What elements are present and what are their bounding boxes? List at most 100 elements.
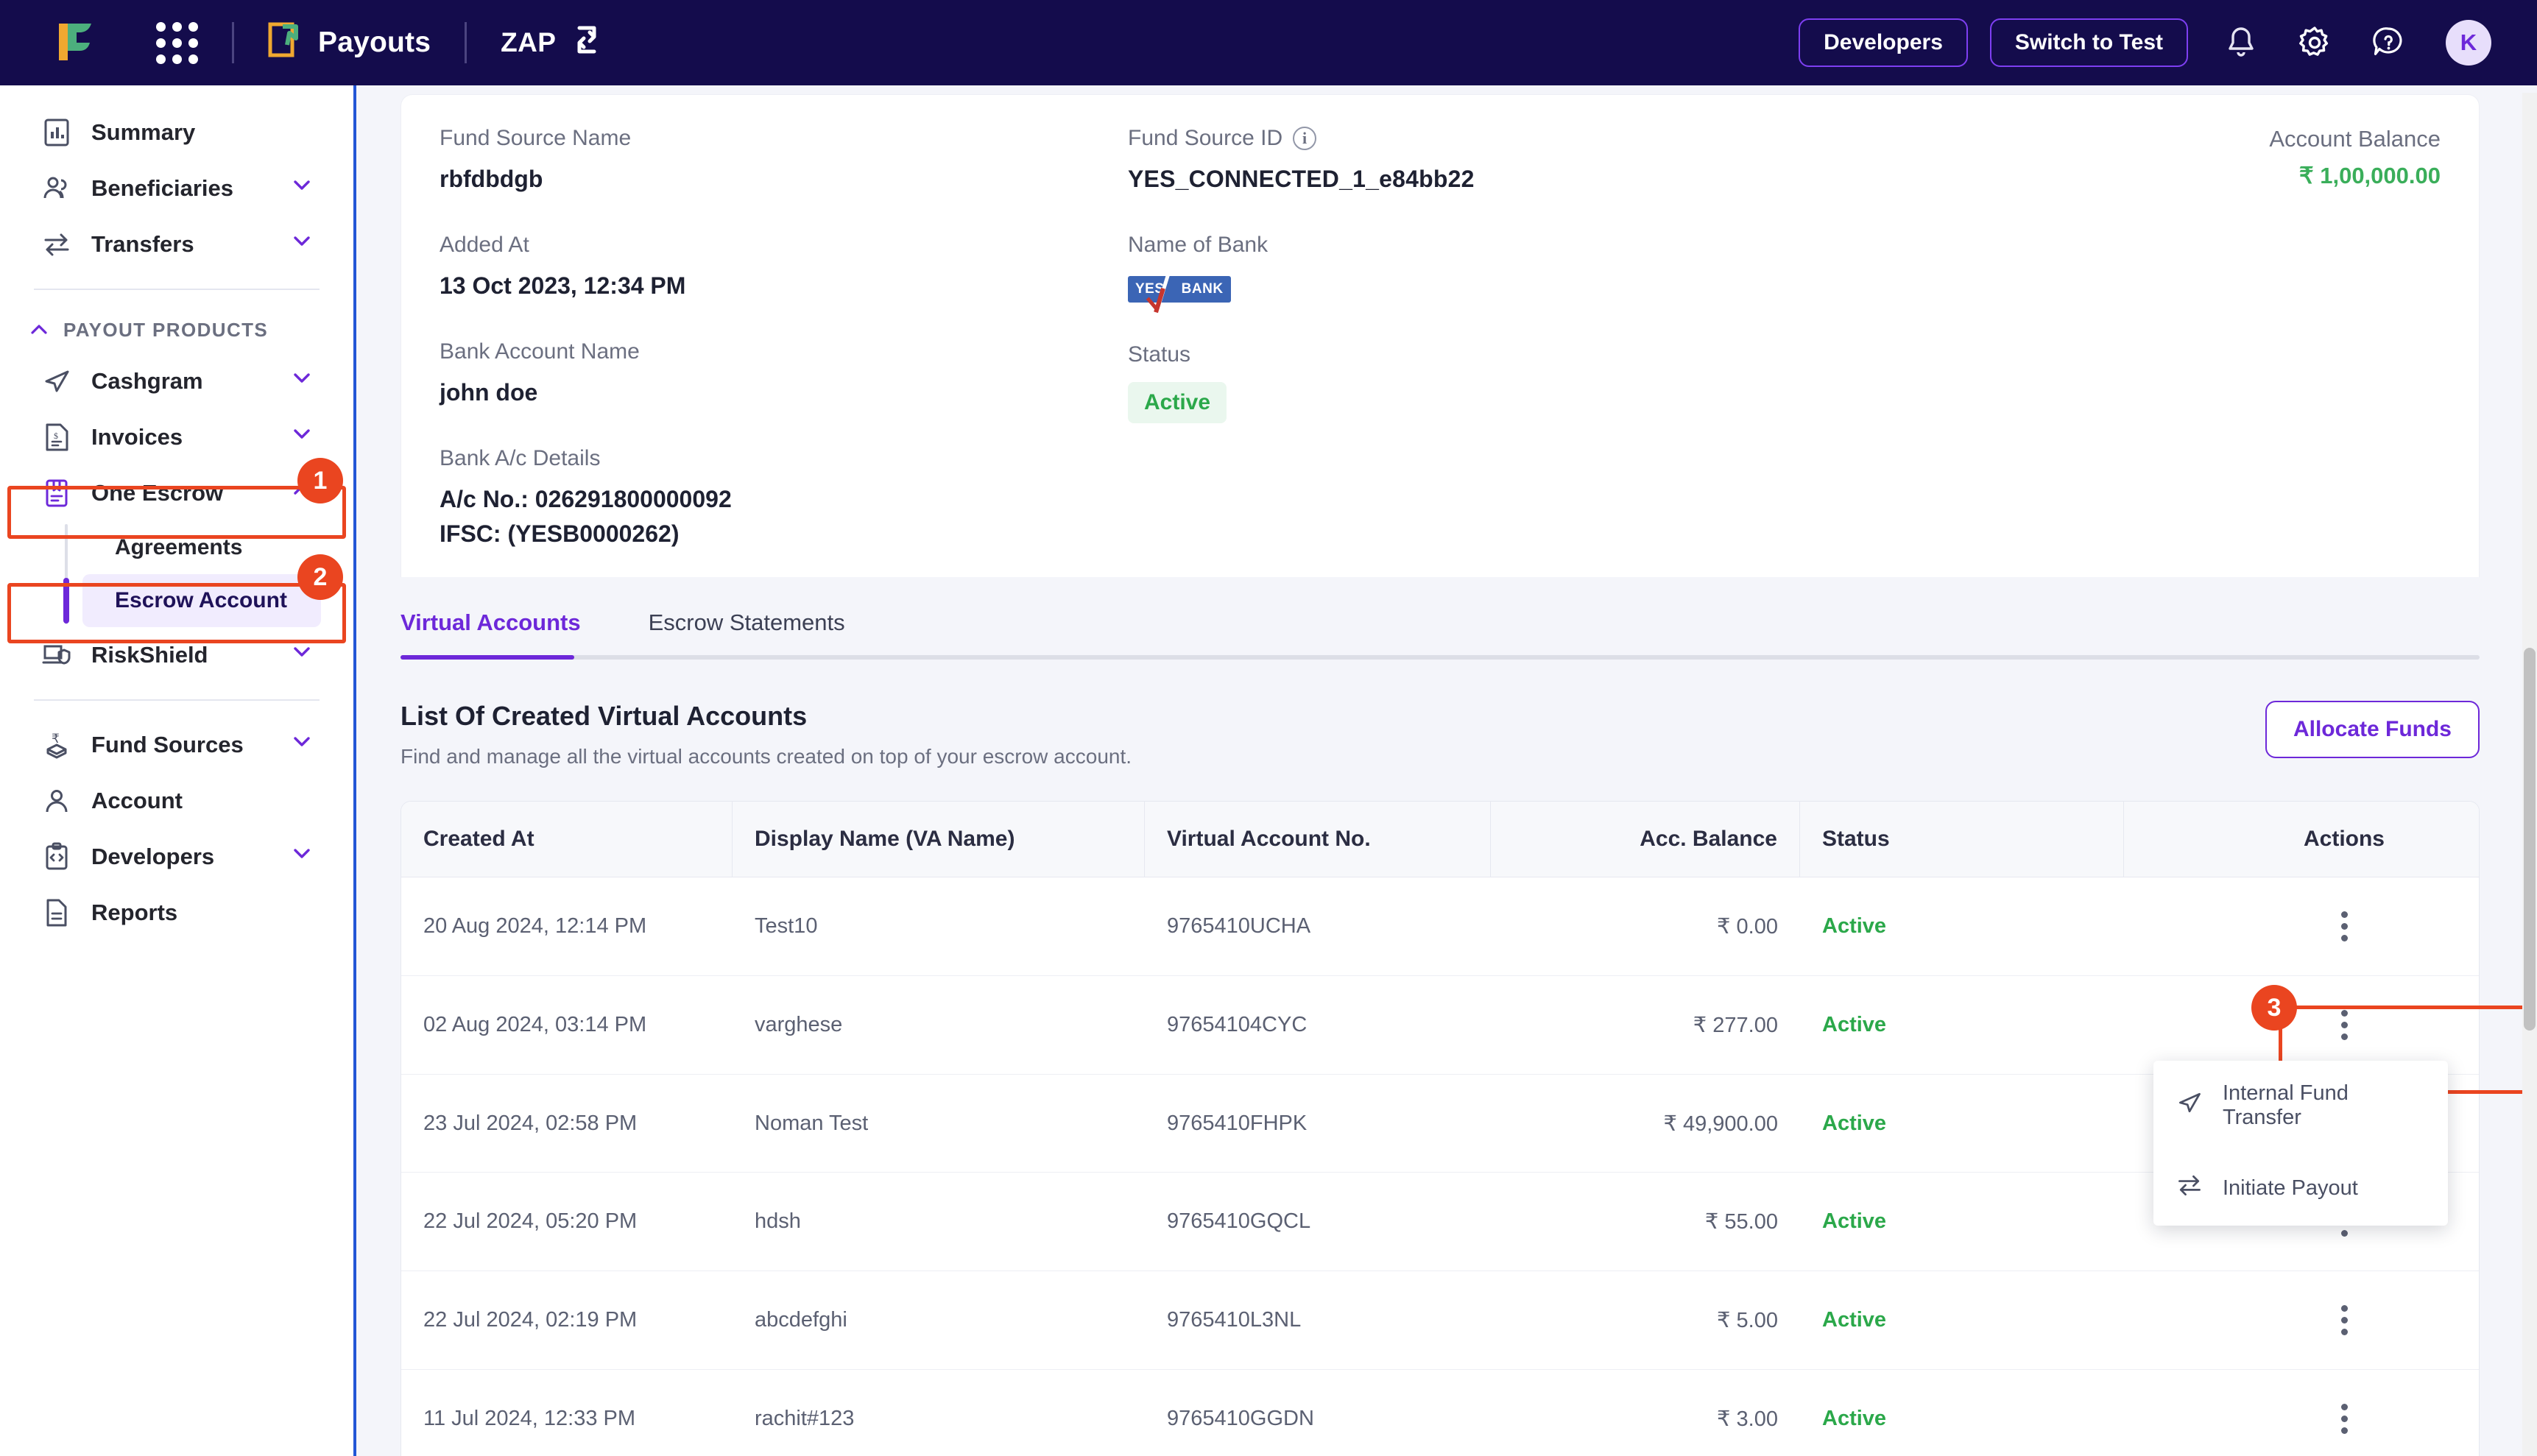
sidebar-item-label: Invoices [91,424,183,450]
allocate-funds-button[interactable]: Allocate Funds [2265,701,2480,758]
sidebar-item-summary[interactable]: Summary [25,105,328,160]
cell-status: Active [1800,1173,2124,1271]
sidebar-item-escrow-account[interactable]: Escrow Account [82,574,321,627]
column-header-created-at: Created At [401,802,733,877]
active-indicator [63,578,69,623]
field-bank-ac-details: Bank A/c Details A/c No.: 02629180000009… [440,446,1128,548]
row-actions-kebab-icon[interactable] [2341,1010,2348,1040]
transfer-arrows-icon [2176,1171,2203,1205]
sidebar-item-transfers[interactable]: Transfers [25,216,328,272]
cell-status: Active [1800,1075,2124,1172]
column-header-acc-balance: Acc. Balance [1491,802,1800,877]
cell-acc-balance: ₹ 5.00 [1491,1271,1800,1369]
tab-virtual-accounts[interactable]: Virtual Accounts [401,609,581,655]
apps-grid-icon[interactable] [156,22,198,64]
cell-display-name: hdsh [733,1173,1145,1271]
payouts-icon [268,21,302,64]
cell-virtual-account-no: 97654104CYC [1145,976,1491,1074]
row-actions-kebab-icon[interactable] [2341,1305,2348,1335]
report-icon [40,896,74,930]
sidebar-group-payout-products[interactable]: PAYOUT PRODUCTS [25,306,328,353]
cell-display-name: abcdefghi [733,1271,1145,1369]
cell-actions [2124,877,2480,975]
divider [232,22,234,63]
column-header-virtual-account-no: Virtual Account No. [1145,802,1491,877]
field-value: YES_CONNECTED_1_e84bb22 [1128,166,2028,193]
sidebar-item-label: RiskShield [91,642,208,668]
menu-item-initiate-payout[interactable]: Initiate Payout [2153,1151,2448,1226]
sidebar-item-label: Agreements [115,535,242,560]
cell-acc-balance: ₹ 49,900.00 [1491,1075,1800,1172]
cell-created-at: 02 Aug 2024, 03:14 PM [401,976,733,1074]
field-label: Fund Source Name [440,126,1128,151]
row-actions-kebab-icon[interactable] [2341,1404,2348,1434]
main-content: Fund Source Name rbfdbdgb Added At 13 Oc… [356,85,2519,1456]
divider [34,289,320,290]
sidebar-item-cashgram[interactable]: Cashgram [25,353,328,409]
column-header-display-name: Display Name (VA Name) [733,802,1145,877]
help-icon[interactable] [2368,22,2409,63]
sidebar-item-riskshield[interactable]: RiskShield [25,627,328,683]
avatar[interactable]: K [2446,20,2491,66]
table-row[interactable]: 11 Jul 2024, 12:33 PM rachit#123 9765410… [401,1370,2479,1456]
sidebar-item-beneficiaries[interactable]: Beneficiaries [25,160,328,216]
field-fund-source-name: Fund Source Name rbfdbdgb [440,126,1128,193]
sidebar-group-label: PAYOUT PRODUCTS [63,319,268,342]
cell-display-name: Noman Test [733,1075,1145,1172]
cell-status: Active [1800,1271,2124,1369]
table-row[interactable]: 02 Aug 2024, 03:14 PM varghese 97654104C… [401,976,2479,1075]
page-title: List Of Created Virtual Accounts [401,701,1132,732]
page-subtitle: Find and manage all the virtual accounts… [401,745,1132,768]
sidebar-item-label: Account [91,788,183,814]
sidebar-item-label: Beneficiaries [91,175,233,202]
product-switcher[interactable]: Payouts [268,21,431,64]
fund-sources-icon: ₹ [40,728,74,762]
cell-virtual-account-no: 9765410GGDN [1145,1370,1491,1456]
tab-escrow-statements[interactable]: Escrow Statements [649,609,845,655]
transfer-arrows-icon [40,227,74,261]
developers-button[interactable]: Developers [1799,18,1968,67]
field-value: john doe [440,379,1128,406]
sidebar-item-label: One Escrow [91,480,223,506]
chevron-down-icon[interactable] [290,367,314,396]
environment-label: ZAP [501,27,556,58]
sidebar-item-label: Summary [91,119,195,146]
cell-acc-balance: ₹ 277.00 [1491,976,1800,1074]
table-row[interactable]: 20 Aug 2024, 12:14 PM Test10 9765410UCHA… [401,877,2479,976]
chevron-down-icon[interactable] [290,230,314,259]
environment-switcher[interactable]: ZAP [501,24,601,62]
sidebar-item-one-escrow[interactable]: One Escrow [25,465,328,521]
chevron-down-icon[interactable] [290,423,314,452]
users-icon [40,172,74,205]
row-actions-kebab-icon[interactable] [2341,911,2348,941]
sidebar-item-invoices[interactable]: $ Invoices [25,409,328,465]
chart-document-icon [40,116,74,149]
account-balance-block: Account Balance ₹ 1,00,000.00 [2028,126,2441,548]
cell-acc-balance: ₹ 55.00 [1491,1173,1800,1271]
cell-created-at: 22 Jul 2024, 05:20 PM [401,1173,733,1271]
cell-created-at: 23 Jul 2024, 02:58 PM [401,1075,733,1172]
sidebar-item-fund-sources[interactable]: ₹ Fund Sources [25,717,328,773]
sidebar-item-developers[interactable]: Developers [25,829,328,885]
field-status: Status Active [1128,342,2028,423]
page-scrollbar-thumb[interactable] [2524,648,2536,1031]
cell-actions [2124,1271,2480,1369]
switch-to-test-button[interactable]: Switch to Test [1990,18,2188,67]
chevron-down-icon[interactable] [290,640,314,670]
chevron-down-icon[interactable] [290,730,314,760]
sidebar-item-agreements[interactable]: Agreements [82,521,321,574]
chevron-down-icon[interactable] [290,842,314,872]
bell-icon[interactable] [2220,22,2262,63]
sidebar-item-reports[interactable]: Reports [25,885,328,941]
gear-icon[interactable] [2294,22,2335,63]
escrow-book-icon [40,476,74,510]
cell-status: Active [1800,976,2124,1074]
info-icon[interactable]: i [1293,127,1316,150]
cashfree-logo[interactable] [53,19,97,66]
table-row[interactable]: 22 Jul 2024, 02:19 PM abcdefghi 9765410L… [401,1271,2479,1370]
sidebar-item-account[interactable]: Account [25,773,328,829]
menu-item-internal-fund-transfer[interactable]: Internal Fund Transfer [2153,1061,2448,1151]
field-label: Name of Bank [1128,233,2028,258]
chevron-down-icon[interactable] [290,174,314,203]
field-value: 13 Oct 2023, 12:34 PM [440,272,1128,300]
